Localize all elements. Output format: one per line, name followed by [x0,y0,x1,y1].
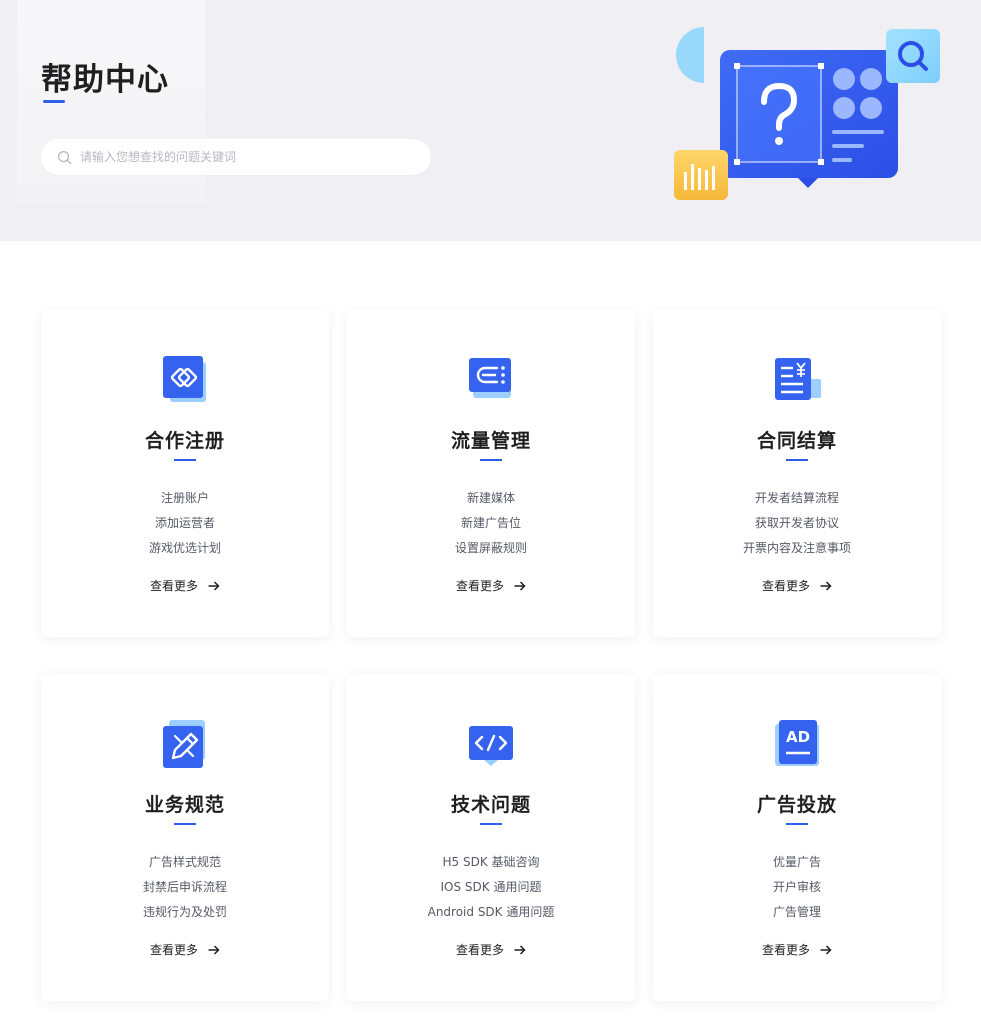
view-more-button[interactable]: 查看更多 [653,577,941,594]
card-link[interactable]: 广告管理 [653,900,941,925]
view-more-label: 查看更多 [149,943,198,957]
view-more-label: 查看更多 [455,579,504,593]
card-title: 合同结算 [756,430,837,452]
view-more-button[interactable]: 查看更多 [653,941,941,958]
arrow-right-icon [820,944,832,955]
card-link[interactable]: 游戏优选计划 [41,536,329,561]
card-underline [174,823,196,825]
category-card-settlement[interactable]: 合同结算 开发者结算流程 获取开发者协议 开票内容及注意事项 查看更多 [653,310,941,637]
card-link[interactable]: 优量广告 [653,850,941,875]
link-icon [163,356,206,402]
card-link-list: H5 SDK 基础咨询 IOS SDK 通用问题 Android SDK 通用问… [347,850,635,925]
page-title: 帮助中心 [41,62,169,98]
category-card-traffic[interactable]: 流量管理 新建媒体 新建广告位 设置屏蔽规则 查看更多 [347,310,635,637]
search-icon [57,150,72,164]
card-title: 技术问题 [450,794,531,816]
help-illustration [674,27,940,200]
card-link[interactable]: 违规行为及处罚 [41,900,329,925]
card-link-list: 新建媒体 新建广告位 设置屏蔽规则 [347,486,635,561]
card-title: 合作注册 [144,430,225,452]
card-link[interactable]: 新建广告位 [347,511,635,536]
card-link[interactable]: 开发者结算流程 [653,486,941,511]
category-card-business-rules[interactable]: 业务规范 广告样式规范 封禁后申诉流程 违规行为及处罚 查看更多 [41,674,329,1001]
view-more-label: 查看更多 [455,943,504,957]
card-title: 流量管理 [450,430,531,452]
search-box[interactable] [41,139,431,175]
view-more-label: 查看更多 [761,579,810,593]
arrow-right-icon [208,944,220,955]
card-link[interactable]: 获取开发者协议 [653,511,941,536]
card-link-list: 优量广告 开户审核 广告管理 [653,850,941,925]
ad-icon: AD [775,720,819,766]
view-more-label: 查看更多 [761,943,810,957]
category-card-technical[interactable]: 技术问题 H5 SDK 基础咨询 IOS SDK 通用问题 Android SD… [347,674,635,1001]
card-link[interactable]: 设置屏蔽规则 [347,536,635,561]
ad-label: AD [786,728,810,746]
code-icon [469,726,513,766]
hero-banner: 帮助中心 [0,0,981,241]
view-more-label: 查看更多 [149,579,198,593]
arrow-right-icon [514,580,526,591]
pencil-icon [163,720,205,768]
card-title: 广告投放 [756,794,837,816]
card-link-list: 开发者结算流程 获取开发者协议 开票内容及注意事项 [653,486,941,561]
card-link[interactable]: 新建媒体 [347,486,635,511]
card-link[interactable]: 添加运营者 [41,511,329,536]
card-link-list: 广告样式规范 封禁后申诉流程 违规行为及处罚 [41,850,329,925]
traffic-icon [469,358,511,398]
card-underline [480,459,502,461]
card-underline [786,823,808,825]
arrow-right-icon [514,944,526,955]
card-link[interactable]: IOS SDK 通用问题 [347,875,635,900]
card-link[interactable]: H5 SDK 基础咨询 [347,850,635,875]
card-link[interactable]: 开票内容及注意事项 [653,536,941,561]
contract-icon [775,358,821,400]
view-more-button[interactable]: 查看更多 [41,941,329,958]
card-link[interactable]: 封禁后申诉流程 [41,875,329,900]
category-card-ad-delivery[interactable]: AD 广告投放 优量广告 开户审核 广告管理 查看更多 [653,674,941,1001]
view-more-button[interactable]: 查看更多 [41,577,329,594]
card-underline [786,459,808,461]
card-link[interactable]: Android SDK 通用问题 [347,900,635,925]
card-link[interactable]: 广告样式规范 [41,850,329,875]
card-link-list: 注册账户 添加运营者 游戏优选计划 [41,486,329,561]
card-underline [174,459,196,461]
arrow-right-icon [208,580,220,591]
category-card-registration[interactable]: 合作注册 注册账户 添加运营者 游戏优选计划 查看更多 [41,310,329,637]
card-link[interactable]: 开户审核 [653,875,941,900]
title-underline [43,100,65,103]
view-more-button[interactable]: 查看更多 [347,577,635,594]
card-title: 业务规范 [144,794,225,816]
search-input[interactable] [80,142,400,172]
arrow-right-icon [820,580,832,591]
card-underline [480,823,502,825]
view-more-button[interactable]: 查看更多 [347,941,635,958]
card-link[interactable]: 注册账户 [41,486,329,511]
